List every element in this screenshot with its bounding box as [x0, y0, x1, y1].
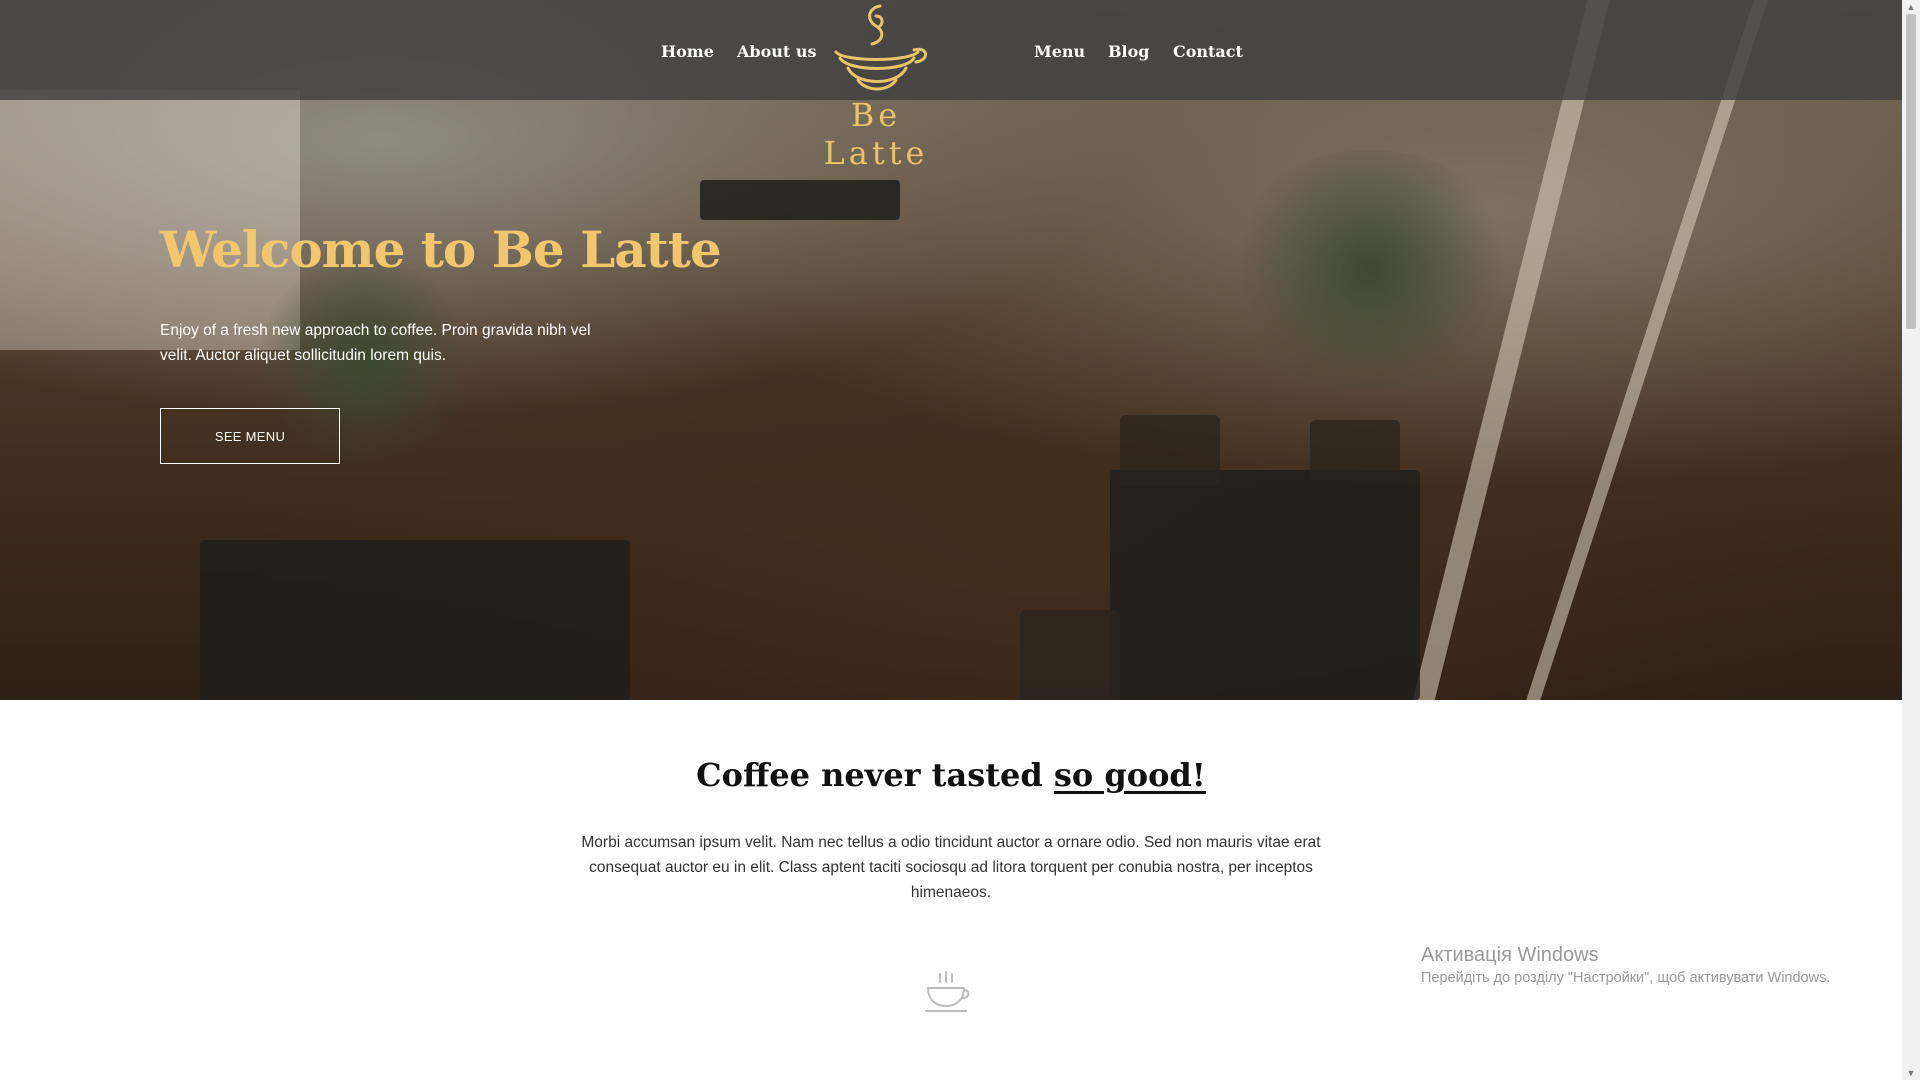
scrollbar-thumb[interactable] — [1906, 14, 1916, 329]
hero-title: Welcome to Be Latte — [160, 220, 722, 279]
coffee-cup-logo-icon — [834, 4, 927, 91]
hero-description: Enjoy of a fresh new approach to coffee.… — [160, 322, 591, 364]
nav-blog[interactable]: Blog — [1108, 42, 1149, 61]
brand-logo[interactable]: Be Latte — [796, 0, 956, 172]
page: Welcome to Be Latte Enjoy of a fresh new… — [0, 0, 1902, 1080]
nav-contact[interactable]: Contact — [1173, 42, 1243, 61]
scroll-down-arrow-icon[interactable]: ▼ — [1902, 1066, 1920, 1080]
intro-title: Coffee never tasted so good! — [0, 756, 1902, 794]
intro-title-accent: so good! — [1053, 756, 1206, 794]
intro-text: Morbi accumsan ipsum velit. Nam nec tell… — [581, 834, 1321, 901]
nav-menu[interactable]: Menu — [1034, 42, 1085, 61]
watermark-subtitle: Перейдіть до розділу "Настройки", щоб ак… — [1421, 970, 1831, 986]
scroll-up-arrow-icon[interactable]: ▲ — [1902, 0, 1920, 14]
intro-title-main: Coffee never tasted — [696, 756, 1054, 794]
windows-activation-watermark: Активація Windows Перейдіть до розділу "… — [1421, 944, 1830, 986]
vertical-scrollbar[interactable]: ▲ ▼ — [1902, 0, 1920, 1080]
watermark-title: Активація Windows — [1421, 944, 1599, 966]
nav-home[interactable]: Home — [661, 42, 714, 61]
coffee-cup-icon — [925, 971, 970, 1012]
brand-name: Be Latte — [823, 96, 929, 172]
see-menu-button[interactable]: SEE MENU — [160, 408, 340, 464]
